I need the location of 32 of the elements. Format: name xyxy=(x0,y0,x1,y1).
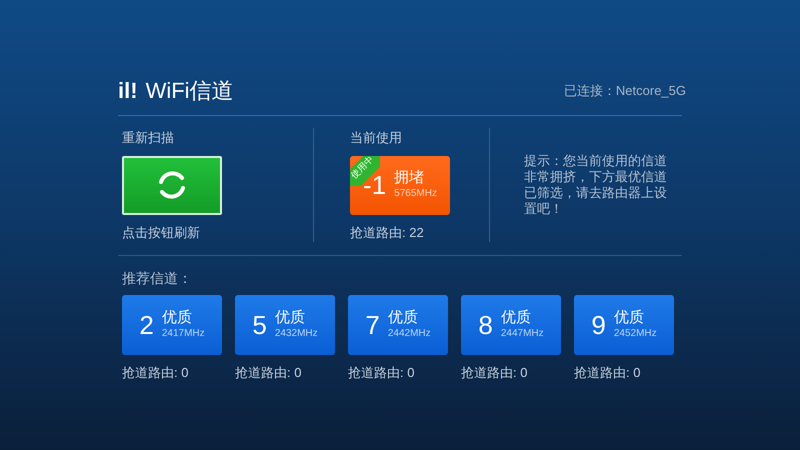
channel-quality: 优质 xyxy=(274,309,306,327)
router-count: 抢道路由: 0 xyxy=(574,364,642,382)
channel-quality: 优质 xyxy=(388,309,419,327)
router-count: 抢道路由: 22 xyxy=(350,224,425,242)
channel-quality: 拥堵 xyxy=(394,169,426,187)
rescan-label: 重新扫描 xyxy=(121,129,175,147)
app-title: WiFi信道 xyxy=(146,77,234,105)
channel-frequency: 5765MHz xyxy=(394,187,437,201)
channel-number: 9 xyxy=(591,312,606,338)
connection-status: 已连接：Netcore_5G xyxy=(564,82,686,100)
channel-number: 2 xyxy=(139,312,154,338)
channel-frequency: 2452MHz xyxy=(614,327,657,341)
channel-quality: 优质 xyxy=(500,309,532,327)
channel-number: 8 xyxy=(478,312,493,338)
channel-number: 5 xyxy=(252,312,267,338)
rescan-button[interactable] xyxy=(122,156,222,214)
channel-quality: 优质 xyxy=(614,309,645,327)
recommended-label: 推荐信道： xyxy=(121,269,193,288)
channel-frequency: 2442MHz xyxy=(388,327,431,341)
channel-frequency: 2447MHz xyxy=(500,327,544,341)
router-count: 抢道路由: 0 xyxy=(235,364,302,382)
channel-frequency: 2417MHz xyxy=(162,327,205,341)
current-label: 当前使用 xyxy=(350,129,403,147)
channel-quality: 优质 xyxy=(162,309,193,327)
app-logo: il! xyxy=(118,80,138,102)
router-count: 抢道路由: 0 xyxy=(122,364,190,382)
channel-number: 7 xyxy=(365,312,380,338)
router-count: 抢道路由: 0 xyxy=(348,364,416,382)
router-count: 抢道路由: 0 xyxy=(461,364,528,382)
channel-frequency: 2432MHz xyxy=(274,327,318,341)
tip-text: 提示：您当前使用的信道非常拥挤，下方最优信道已筛选，请去路由器上设置吧！ xyxy=(524,153,668,217)
rescan-hint: 点击按钮刷新 xyxy=(121,224,201,242)
